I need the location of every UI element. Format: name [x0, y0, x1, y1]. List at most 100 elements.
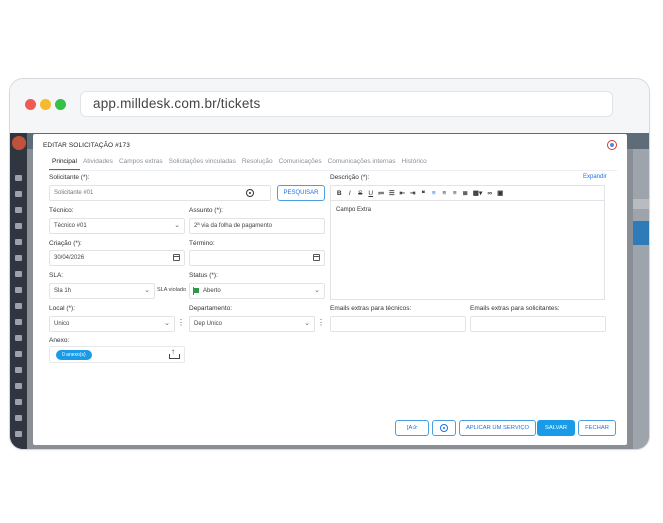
strikethrough-icon[interactable]: S: [355, 187, 366, 200]
settings-icon[interactable]: [15, 431, 22, 437]
status-flag-icon: [194, 288, 199, 293]
outdent-icon[interactable]: ⇤: [397, 187, 408, 200]
italic-icon[interactable]: I: [345, 187, 356, 200]
gear-icon: [440, 424, 448, 432]
inbox-icon[interactable]: [15, 319, 22, 325]
local-more-icon[interactable]: ⋮: [177, 316, 185, 330]
termino-date-field[interactable]: [189, 250, 325, 266]
indent-icon[interactable]: ⇥: [408, 187, 419, 200]
tecnico-select[interactable]: Técnico #01 ⌄: [49, 218, 185, 234]
sla-label: SLA:: [49, 272, 64, 279]
departamento-label: Departamento:: [189, 305, 232, 312]
address-bar[interactable]: app.milldesk.com.br/tickets: [80, 91, 613, 117]
tools-icon[interactable]: [15, 383, 22, 389]
tab-historico[interactable]: Histórico: [399, 156, 430, 170]
sla-select[interactable]: Sla 1h ⌄: [49, 283, 155, 299]
tab-solicitacoes-vinculadas[interactable]: Solicitações vinculadas: [166, 156, 239, 170]
criacao-value: 30/04/2026: [54, 255, 85, 261]
calendar-icon[interactable]: [15, 335, 22, 341]
emails-solicitantes-input[interactable]: [470, 316, 606, 332]
quote-icon[interactable]: ❝: [418, 187, 429, 200]
tab-comunicacoes[interactable]: Comunicações: [276, 156, 325, 170]
local-label: Local (*):: [49, 305, 76, 312]
status-select[interactable]: Aberto ⌄: [189, 283, 325, 299]
close-button[interactable]: FECHAR: [578, 420, 616, 436]
chat-icon[interactable]: [15, 367, 22, 373]
calendar-icon[interactable]: [313, 254, 320, 261]
upload-icon[interactable]: [169, 347, 180, 360]
align-right-icon[interactable]: ≡: [450, 187, 461, 200]
criacao-label: Criação (*):: [49, 240, 82, 247]
image-icon[interactable]: ▣: [495, 187, 506, 200]
table-icon[interactable]: ▦▾: [471, 187, 485, 200]
spellcheck-icon: [A✰: [406, 425, 418, 431]
link-icon[interactable]: ∞: [485, 187, 496, 200]
upload-icon[interactable]: [15, 351, 22, 357]
ordered-list-icon[interactable]: ≔: [376, 187, 387, 200]
tab-comunicacoes-internas[interactable]: Comunicações internas: [325, 156, 399, 170]
departamento-value: Dep Unico: [194, 321, 223, 327]
tecnico-label: Técnico:: [49, 207, 74, 214]
solicitante-value: Solicitante #01: [54, 190, 94, 196]
align-center-icon[interactable]: ≡: [439, 187, 450, 200]
chevron-down-icon: ⌄: [304, 320, 310, 327]
edit-icon[interactable]: [15, 287, 22, 293]
expand-link[interactable]: Expandir: [583, 174, 607, 180]
spellcheck-button[interactable]: [A✰: [395, 420, 429, 436]
list-icon[interactable]: [15, 255, 22, 261]
departamento-select[interactable]: Dep Unico ⌄: [189, 316, 315, 332]
bullet-list-icon[interactable]: ☰: [387, 187, 398, 200]
underline-icon[interactable]: U: [366, 187, 377, 200]
chevron-down-icon: ⌄: [164, 320, 170, 327]
apply-service-button[interactable]: APLICAR UM SERVIÇO: [459, 420, 536, 436]
chart-icon[interactable]: [15, 415, 22, 421]
forward-icon[interactable]: [15, 303, 22, 309]
close-icon[interactable]: [607, 140, 617, 150]
solicitante-field[interactable]: Solicitante #01: [49, 185, 271, 201]
local-value: Unico: [54, 321, 70, 327]
attachment-box[interactable]: 0 anexo(s): [49, 346, 185, 363]
calendar-icon[interactable]: [173, 254, 180, 261]
criacao-date-field[interactable]: 30/04/2026: [49, 250, 185, 266]
description-editor[interactable]: Campo Extra: [330, 200, 605, 300]
sla-value: Sla 1h: [54, 288, 72, 294]
departamento-more-icon[interactable]: ⋮: [317, 316, 325, 330]
left-sidebar: [10, 133, 27, 449]
close-window-dot[interactable]: [25, 99, 36, 110]
save-button[interactable]: SALVAR: [537, 420, 575, 436]
solicitante-label: Solicitante (*):: [49, 174, 90, 181]
documents-icon[interactable]: [15, 207, 22, 213]
tab-bar: Principal Atividades Campos extras Solic…: [49, 156, 430, 170]
bold-icon[interactable]: B: [334, 187, 345, 200]
help-icon[interactable]: [15, 271, 22, 277]
align-justify-icon[interactable]: ≣: [460, 187, 471, 200]
assunto-input[interactable]: 2ª via da folha de pagamento: [189, 218, 325, 234]
emails-tecnicos-input[interactable]: [330, 316, 466, 332]
settings-button[interactable]: [432, 420, 456, 436]
flag-icon[interactable]: [15, 223, 22, 229]
maximize-window-dot[interactable]: [55, 99, 66, 110]
tab-resolucao[interactable]: Resolução: [239, 156, 276, 170]
tab-principal[interactable]: Principal: [49, 156, 80, 170]
assunto-label: Assunto (*):: [189, 207, 223, 214]
tickets-icon[interactable]: [15, 191, 22, 197]
attachment-count-badge[interactable]: 0 anexo(s): [56, 350, 92, 360]
tecnico-value: Técnico #01: [54, 223, 87, 229]
chevron-down-icon: ⌄: [314, 287, 320, 294]
editor-toolbar: B I S U ≔ ☰ ⇤ ⇥ ❝ ≡ ≡ ≡ ≣ ▦▾ ∞ ▣: [330, 185, 605, 200]
local-select[interactable]: Unico ⌄: [49, 316, 175, 332]
tab-atividades[interactable]: Atividades: [80, 156, 116, 170]
status-label: Status (*):: [189, 272, 218, 279]
home-icon[interactable]: [15, 175, 22, 181]
minimize-window-dot[interactable]: [40, 99, 51, 110]
description-text: Campo Extra: [336, 207, 372, 213]
descricao-label: Descrição (*):: [330, 174, 370, 181]
tab-campos-extras[interactable]: Campos extras: [116, 156, 166, 170]
percent-icon[interactable]: [15, 399, 22, 405]
reports-icon[interactable]: [15, 239, 22, 245]
align-left-icon[interactable]: ≡: [429, 187, 440, 200]
clear-search-icon[interactable]: [246, 189, 254, 197]
pesquisar-button[interactable]: PESQUISAR: [277, 185, 325, 201]
chevron-down-icon: ⌄: [144, 287, 150, 294]
anexo-label: Anexo:: [49, 337, 70, 344]
